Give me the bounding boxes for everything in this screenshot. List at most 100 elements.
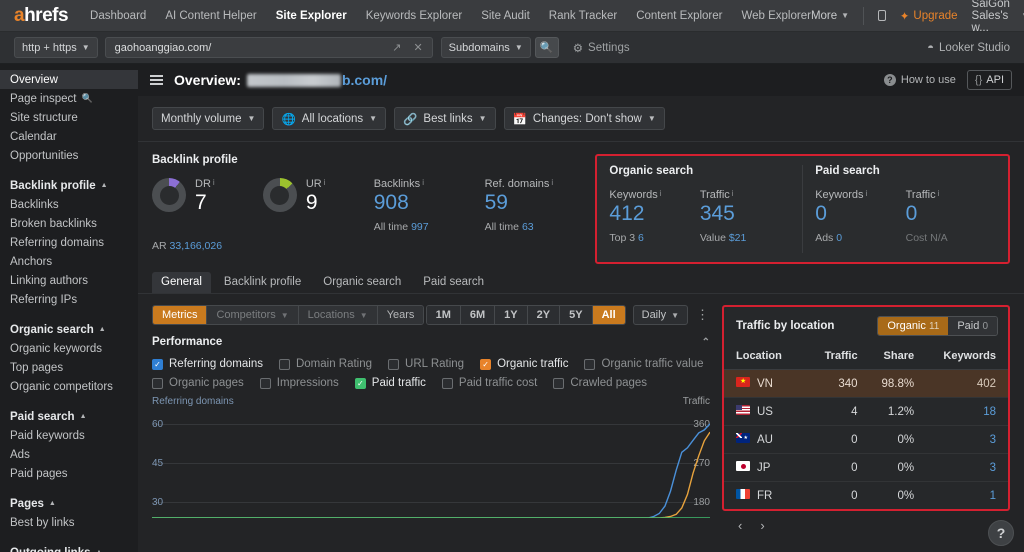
seg-metrics[interactable]: Metrics: [153, 306, 208, 325]
range-1m[interactable]: 1M: [426, 306, 461, 325]
nav-web-explorer[interactable]: Web Explorer: [741, 10, 810, 22]
sidebar-item-overview[interactable]: Overview: [0, 70, 138, 89]
sidebar-item-page-inspect[interactable]: Page inspect 🔍: [0, 89, 138, 108]
sidebar-item-anchors[interactable]: Anchors: [0, 252, 138, 271]
chart-more-options-icon[interactable]: ⋮: [696, 307, 710, 323]
checkbox-organic-traffic[interactable]: ✓ Organic traffic: [480, 358, 568, 370]
looker-studio-button[interactable]: ◓ Looker Studio: [927, 42, 1010, 54]
cell-keywords[interactable]: 402: [926, 369, 1008, 399]
table-row[interactable]: ★ VN 340 98.8% 402: [724, 369, 1008, 399]
col-traffic[interactable]: Traffic: [812, 345, 870, 371]
upgrade-button[interactable]: ✦ Upgrade: [900, 9, 958, 23]
url-input[interactable]: gaohoanggiao.com/: [115, 42, 384, 54]
sidebar-item-calendar[interactable]: Calendar: [0, 127, 138, 146]
sidebar-item-top-pages[interactable]: Top pages: [0, 358, 138, 377]
table-row[interactable]: FR 0 0% 1: [724, 482, 1008, 510]
cell-keywords[interactable]: 1: [926, 482, 1008, 510]
sidebar-section-paid-search[interactable]: Paid search ▲: [0, 407, 138, 426]
cell-keywords[interactable]: 3: [926, 453, 1008, 483]
col-location[interactable]: Location: [724, 345, 813, 371]
scope-selector[interactable]: Subdomains ▼: [440, 37, 531, 58]
refdomains-value[interactable]: 59: [485, 190, 596, 216]
tab-paid-search[interactable]: Paid search: [414, 272, 493, 293]
paid-keywords-value[interactable]: 0: [815, 201, 905, 227]
sidebar-item-organic-competitors[interactable]: Organic competitors: [0, 377, 138, 396]
monitor-icon[interactable]: [877, 10, 886, 21]
nav-keywords-explorer[interactable]: Keywords Explorer: [366, 10, 463, 22]
backlinks-value[interactable]: 908: [374, 190, 485, 216]
col-keywords[interactable]: Keywords: [926, 345, 1008, 371]
organic-keywords-value[interactable]: 412: [609, 201, 699, 227]
filter-monthly-volume[interactable]: Monthly volume ▼: [152, 107, 265, 130]
protocol-selector[interactable]: http + https ▼: [14, 37, 98, 58]
search-button[interactable]: 🔍: [534, 37, 559, 58]
prev-page-icon[interactable]: ‹: [738, 518, 742, 533]
cell-keywords[interactable]: 18: [926, 397, 1008, 427]
filter-changes[interactable]: 📅 Changes: Don't show ▼: [503, 107, 665, 130]
table-row[interactable]: JP 0 0% 3: [724, 453, 1008, 483]
help-button[interactable]: ?: [988, 520, 1014, 546]
organic-traffic-value[interactable]: 345: [700, 201, 790, 227]
sidebar-item-referring-domains[interactable]: Referring domains: [0, 233, 138, 252]
nav-site-audit[interactable]: Site Audit: [481, 10, 530, 22]
checkbox-referring-domains[interactable]: ✓ Referring domains: [152, 358, 263, 370]
sidebar-item-best-by-links[interactable]: Best by links: [0, 513, 138, 532]
toggle-paid[interactable]: Paid 0: [948, 317, 997, 336]
filter-all-locations[interactable]: 🌐 All locations ▼: [272, 107, 387, 130]
info-icon[interactable]: i: [213, 178, 215, 187]
range-all[interactable]: All: [592, 306, 625, 325]
checkbox-crawled-pages[interactable]: Crawled pages: [553, 377, 647, 389]
nav-rank-tracker[interactable]: Rank Tracker: [549, 10, 617, 22]
performance-chart[interactable]: Referring domains Traffic 60 45 30 360 2…: [152, 396, 710, 518]
nav-ai-content-helper[interactable]: AI Content Helper: [165, 10, 256, 22]
nav-site-explorer[interactable]: Site Explorer: [276, 10, 347, 22]
toggle-organic[interactable]: Organic 11: [878, 317, 949, 336]
info-icon[interactable]: i: [732, 189, 734, 198]
account-menu[interactable]: SaiGon Sales's w...▼: [972, 0, 1024, 34]
open-external-icon[interactable]: ↗: [389, 41, 404, 54]
cell-location[interactable]: JP: [724, 453, 813, 483]
seg-competitors[interactable]: Competitors ▼: [207, 306, 299, 325]
range-2y[interactable]: 2Y: [527, 306, 561, 325]
settings-button[interactable]: ⚙ Settings: [573, 41, 630, 55]
sidebar-item-backlinks[interactable]: Backlinks: [0, 195, 138, 214]
sidebar-item-referring-ips[interactable]: Referring IPs: [0, 290, 138, 309]
table-row[interactable]: ★ AU 0 0% 3: [724, 425, 1008, 455]
tab-organic-search[interactable]: Organic search: [314, 272, 410, 293]
sidebar-section-outgoing-links[interactable]: Outgoing links▲: [0, 543, 138, 552]
filter-best-links[interactable]: 🔗 Best links ▼: [394, 107, 496, 130]
api-button[interactable]: {} API: [966, 70, 1012, 90]
close-icon[interactable]: ✕: [410, 41, 425, 54]
tab-general[interactable]: General: [152, 272, 211, 294]
checkbox-url-rating[interactable]: URL Rating: [388, 358, 464, 370]
sidebar-item-paid-keywords[interactable]: Paid keywords: [0, 426, 138, 445]
more-menu[interactable]: More ▼: [811, 10, 849, 22]
cell-location[interactable]: ★ VN: [724, 369, 813, 399]
cell-location[interactable]: US: [724, 397, 813, 427]
sidebar-item-broken-backlinks[interactable]: Broken backlinks: [0, 214, 138, 233]
range-1y[interactable]: 1Y: [495, 306, 528, 325]
sidebar-item-paid-pages[interactable]: Paid pages: [0, 464, 138, 483]
checkbox-impressions[interactable]: Impressions: [259, 377, 339, 389]
range-5y[interactable]: 5Y: [560, 306, 593, 325]
sidebar-section-backlink-profile[interactable]: Backlink profile ▲: [0, 176, 138, 195]
checkbox-paid-traffic[interactable]: ✓ Paid traffic: [354, 377, 426, 389]
sidebar-section-organic-search[interactable]: Organic search ▲: [0, 320, 138, 339]
sidebar-toggle-icon[interactable]: [150, 75, 163, 85]
seg-locations[interactable]: Locations ▼: [298, 306, 378, 325]
info-icon[interactable]: i: [551, 178, 553, 187]
cell-location[interactable]: FR: [724, 482, 813, 510]
scroll-area[interactable]: Monthly volume ▼ 🌐 All locations ▼ 🔗 Bes…: [138, 96, 1024, 552]
url-input-wrapper[interactable]: gaohoanggiao.com/ ↗ ✕: [104, 37, 433, 58]
checkbox-organic-pages[interactable]: Organic pages: [152, 377, 244, 389]
tab-backlink-profile[interactable]: Backlink profile: [215, 272, 310, 293]
granularity-selector[interactable]: Daily ▼: [632, 305, 688, 326]
info-icon[interactable]: i: [660, 189, 662, 198]
cell-location[interactable]: ★ AU: [724, 425, 813, 455]
sidebar-item-organic-keywords[interactable]: Organic keywords: [0, 339, 138, 358]
sidebar-item-ads[interactable]: Ads: [0, 445, 138, 464]
next-page-icon[interactable]: ›: [760, 518, 764, 533]
col-share[interactable]: Share: [869, 345, 927, 371]
nav-content-explorer[interactable]: Content Explorer: [636, 10, 722, 22]
sidebar-item-linking-authors[interactable]: Linking authors: [0, 271, 138, 290]
